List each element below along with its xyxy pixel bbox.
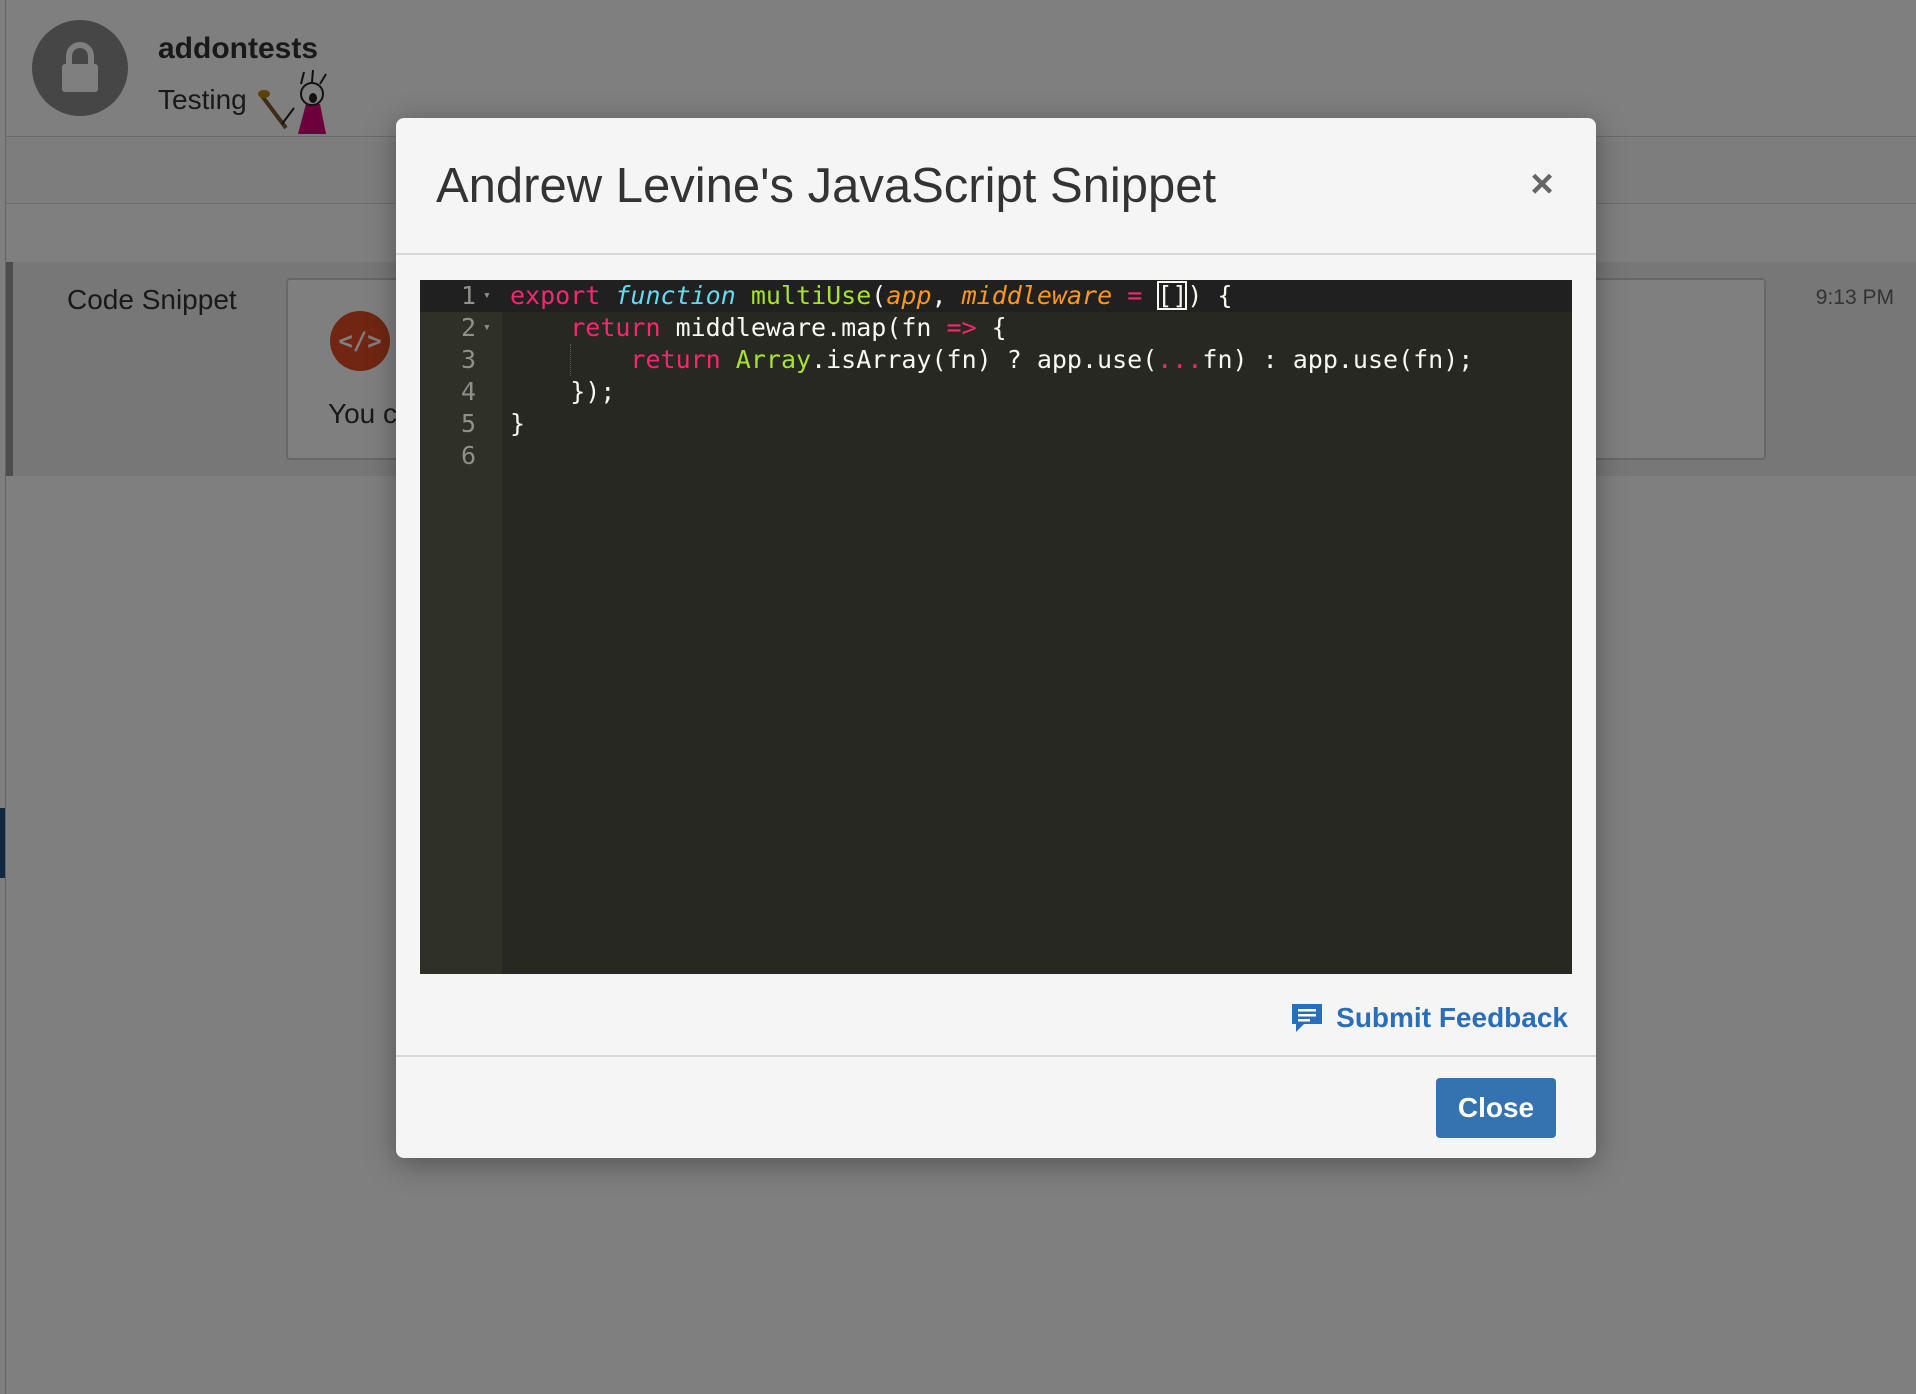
code-token: fn) : app.use(fn);: [1202, 345, 1474, 374]
close-button[interactable]: Close: [1436, 1078, 1556, 1138]
modal-footer: Close: [396, 1055, 1596, 1158]
close-icon[interactable]: ×: [1522, 164, 1562, 204]
snippet-modal: Andrew Levine's JavaScript Snippet × 1 ▾ e…: [396, 118, 1596, 1158]
code-line[interactable]: 4 });: [420, 376, 1572, 408]
code-token: (: [871, 281, 887, 310]
code-token: middleware: [961, 281, 1113, 310]
code-token: app: [886, 281, 932, 310]
code-line[interactable]: 2 ▾ return middleware.map(fn => {: [420, 312, 1572, 344]
code-token: return: [570, 313, 661, 342]
submit-feedback-label: Submit Feedback: [1336, 1002, 1568, 1033]
line-number: 5: [460, 409, 476, 438]
code-editor[interactable]: 1 ▾ export function multiUse(app, middlewa…: [420, 280, 1572, 974]
code-token: middleware.map(fn: [660, 313, 947, 342]
code-token: []: [1157, 281, 1188, 310]
line-code: return Array.isArray(fn) ? app.use(...fn…: [510, 344, 1473, 376]
modal-title: Andrew Levine's JavaScript Snippet: [436, 159, 1217, 213]
code-line[interactable]: 5}: [420, 408, 1572, 440]
code-token: multiUse: [750, 281, 872, 310]
code-token: return: [630, 345, 721, 374]
code-token: =>: [946, 313, 977, 342]
code-token: ,: [931, 281, 962, 310]
code-token: {: [976, 313, 1007, 342]
code-token: Array: [735, 345, 812, 374]
code-token: .isArray(fn) ? app.use(: [811, 345, 1158, 374]
line-number: 6: [460, 441, 476, 470]
chevron-down-icon[interactable]: ▾: [483, 280, 491, 312]
code-token: ) {: [1187, 281, 1233, 310]
code-token: });: [510, 377, 616, 406]
line-number: 2: [460, 313, 476, 342]
code-token: function: [615, 281, 736, 310]
code-token: ...: [1157, 345, 1203, 374]
submit-feedback-link[interactable]: Submit Feedback: [1290, 998, 1568, 1038]
line-number: 1: [460, 281, 476, 310]
code-line[interactable]: 1 ▾ export function multiUse(app, middlewa…: [420, 280, 1572, 312]
speech-bubble-icon: [1292, 1004, 1323, 1032]
line-number: 4: [460, 377, 476, 406]
code-line[interactable]: 3 return Array.isArray(fn) ? app.use(...…: [420, 344, 1572, 376]
line-number: 3: [460, 345, 476, 374]
code-token: }: [510, 409, 526, 438]
line-code: }: [510, 408, 525, 440]
chevron-down-icon[interactable]: ▾: [483, 312, 491, 344]
line-code: return middleware.map(fn => {: [510, 312, 1007, 344]
line-code: export function multiUse(app, middleware…: [510, 280, 1233, 312]
line-code: });: [510, 376, 615, 408]
modal-header: Andrew Levine's JavaScript Snippet ×: [396, 118, 1596, 255]
code-line[interactable]: 6: [420, 440, 1572, 472]
code-token: export: [510, 281, 601, 310]
code-token: =: [1127, 281, 1143, 310]
